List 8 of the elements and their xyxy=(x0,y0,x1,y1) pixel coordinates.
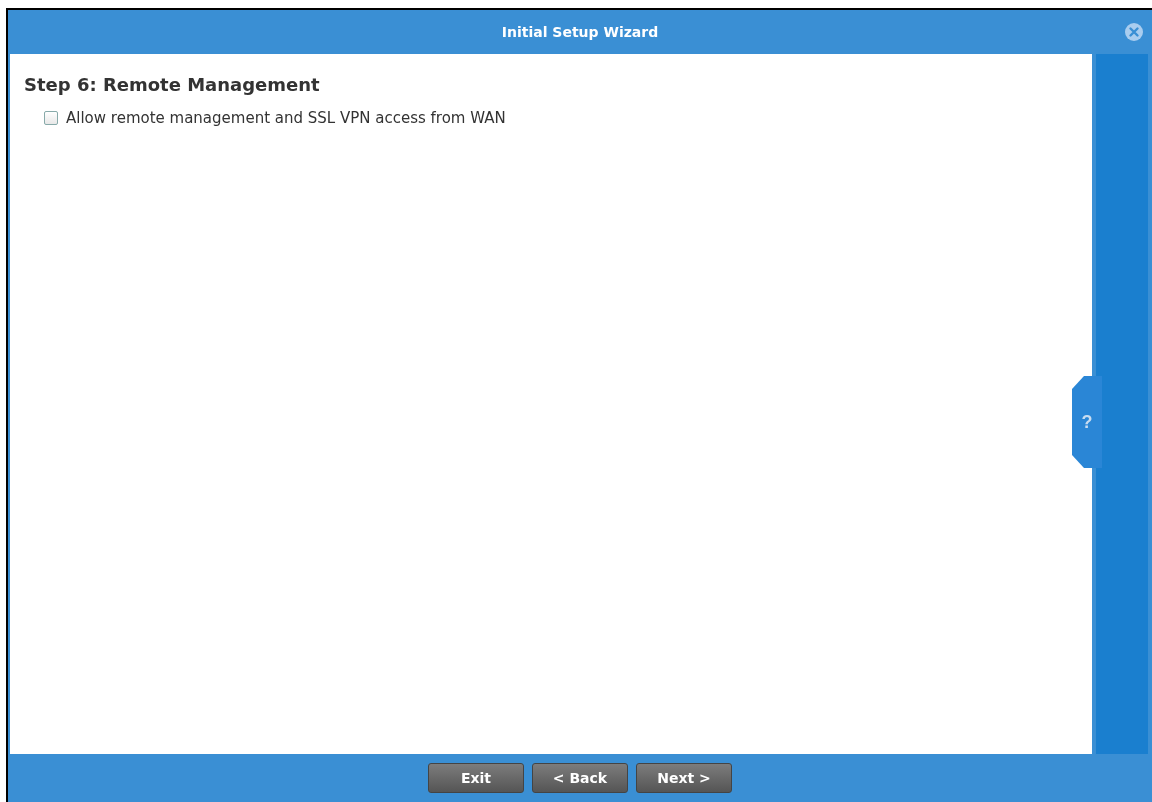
wizard-button[interactable]: Exit xyxy=(428,763,524,793)
step-title: Step 6: Remote Management xyxy=(24,74,321,95)
checkbox-label: Allow remote management and SSL VPN access from WAN xyxy=(66,109,506,127)
window-title: Initial Setup Wizard xyxy=(501,24,659,40)
checkbox[interactable] xyxy=(44,111,58,125)
wizard-button[interactable]: < Back xyxy=(532,763,628,793)
close-icon[interactable] xyxy=(1124,22,1144,42)
wizard-button[interactable]: Next > xyxy=(636,763,732,793)
